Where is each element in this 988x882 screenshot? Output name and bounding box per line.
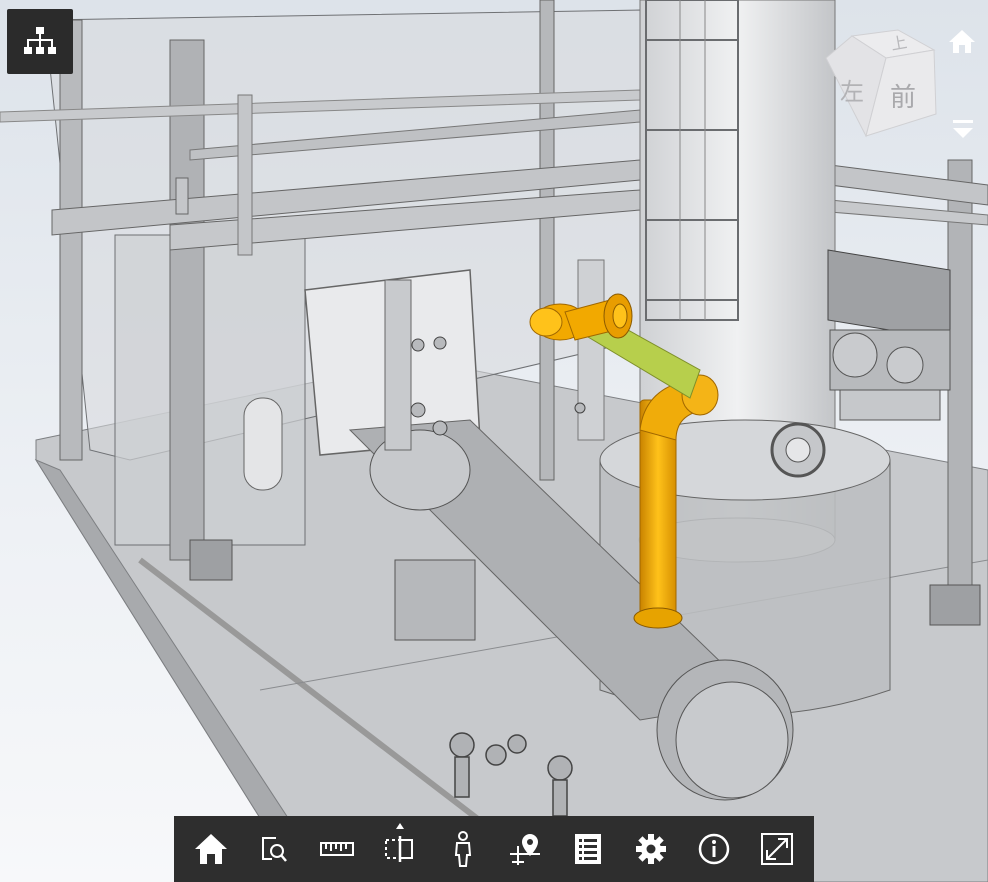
chevron-down-icon [953, 120, 973, 138]
properties-button[interactable] [560, 821, 616, 877]
measure-button[interactable] [309, 821, 365, 877]
section-box-icon [384, 836, 413, 862]
section-button[interactable] [372, 821, 428, 877]
view-cube[interactable]: 上 左 前 [822, 28, 940, 140]
walk-button[interactable] [435, 821, 491, 877]
map-pin-icon [510, 834, 541, 865]
document-list-icon [575, 834, 602, 864]
gear-icon [635, 834, 666, 864]
bottom-toolbar [174, 816, 814, 882]
info-button[interactable] [686, 821, 742, 877]
expand-icon [760, 833, 793, 865]
info-icon [698, 833, 730, 865]
location-button[interactable] [497, 821, 553, 877]
viewcube-menu-button[interactable] [950, 118, 976, 140]
home-icon [949, 30, 975, 53]
viewcube-front-label: 前 [890, 83, 916, 113]
fullscreen-button[interactable] [749, 821, 805, 877]
zoom-box-icon [262, 837, 288, 862]
viewcube-top-label: 上 [889, 32, 908, 53]
settings-button[interactable] [623, 821, 679, 877]
ruler-icon [319, 842, 354, 856]
zoom-window-button[interactable] [246, 821, 302, 877]
viewcube-left-label: 左 [840, 78, 864, 106]
model-tree-button[interactable] [7, 9, 73, 74]
home-icon [195, 834, 228, 864]
viewcube-home-button[interactable] [948, 28, 976, 54]
submenu-caret-icon [395, 823, 404, 829]
person-icon [454, 831, 471, 867]
hierarchy-icon [24, 26, 56, 54]
home-button[interactable] [183, 821, 239, 877]
